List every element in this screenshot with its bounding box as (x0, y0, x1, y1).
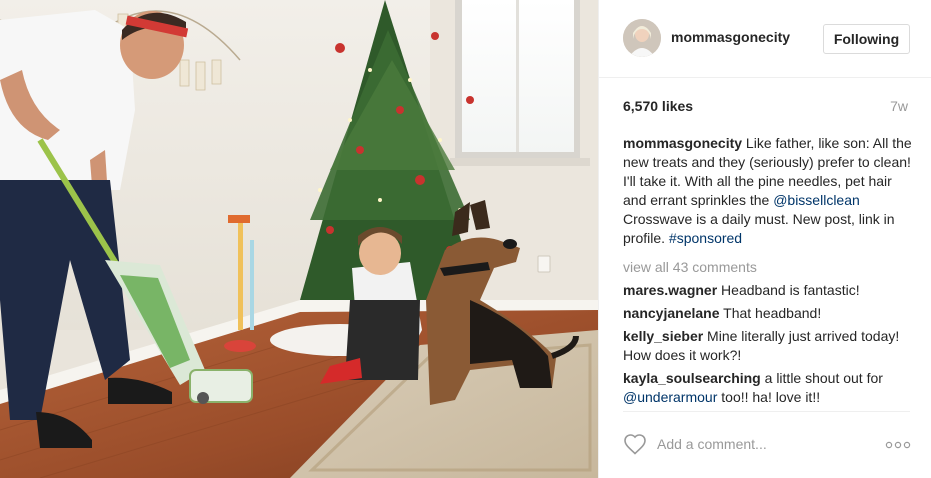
comment-text: That headband! (719, 305, 822, 321)
comment: mares.wagner Headband is fantastic! (623, 281, 913, 300)
post-photo[interactable] (0, 0, 598, 478)
heart-outline-icon[interactable] (623, 433, 647, 455)
caption-username[interactable]: mommasgonecity (623, 135, 742, 151)
comment-mention-link[interactable]: @underarmour (623, 389, 717, 405)
post-age[interactable]: 7w (890, 98, 908, 114)
more-options-icon[interactable] (885, 441, 911, 449)
hashtag-link[interactable]: #sponsored (669, 230, 742, 246)
comment-text: Headband is fantastic! (717, 282, 860, 298)
comments-section: mommasgonecity Like father, like son: Al… (623, 134, 913, 411)
comment-username[interactable]: nancyjanelane (623, 305, 720, 321)
likes-count[interactable]: 6,570 likes (623, 98, 693, 114)
avatar[interactable] (623, 19, 661, 57)
instagram-post: mommasgonecity Following 6,570 likes 7w … (0, 0, 931, 478)
following-button[interactable]: Following (823, 24, 910, 54)
comment-username[interactable]: kayla_soulsearching (623, 370, 761, 386)
comment: nancyjanelane That headband! (623, 304, 913, 323)
post-photo-image (0, 0, 598, 478)
comment-username[interactable]: kelly_sieber (623, 328, 703, 344)
post-header: mommasgonecity Following (599, 0, 931, 78)
comment: kayla_soulsearching a little shout out f… (623, 369, 913, 407)
avatar-image (623, 19, 661, 57)
header-username[interactable]: mommasgonecity (671, 29, 790, 45)
view-all-comments-link[interactable]: view all 43 comments (623, 258, 913, 277)
caption-text-2: Crosswave is a daily must. New post, lin… (623, 211, 895, 246)
comment: kelly_sieber Mine literally just arrived… (623, 327, 913, 365)
comment-username[interactable]: mares.wagner (623, 282, 717, 298)
add-comment-row (599, 412, 931, 478)
comment-text: a little shout out for (760, 370, 883, 386)
post-caption: mommasgonecity Like father, like son: Al… (623, 134, 913, 248)
add-comment-input[interactable] (657, 434, 857, 454)
comment-text-2: too!! ha! love it!! (717, 389, 821, 405)
mention-link[interactable]: @bissellclean (773, 192, 860, 208)
post-side-panel: mommasgonecity Following 6,570 likes 7w … (598, 0, 931, 478)
